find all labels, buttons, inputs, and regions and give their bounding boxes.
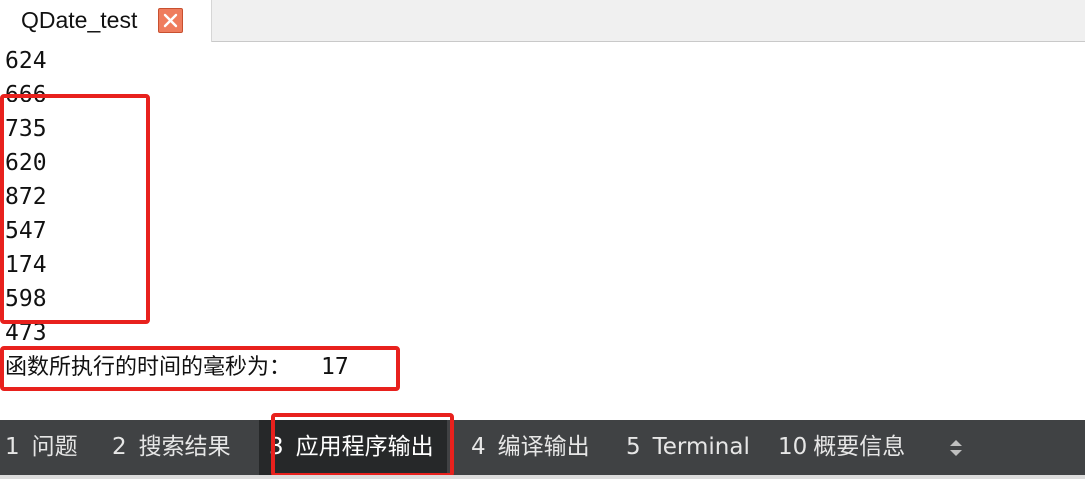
tab-search-results[interactable]: 2 搜索结果 (112, 420, 231, 475)
output-line: 735 (5, 116, 47, 142)
application-output-pane[interactable]: 624 666 735 620 872 547 174 598 473 函数所执… (0, 42, 1085, 420)
timing-message: 函数所执行的时间的毫秒为： 17 (5, 350, 349, 384)
tab-issues[interactable]: 1 问题 (5, 420, 78, 475)
tab-application-output[interactable]: 3 应用程序输出 (259, 420, 447, 475)
output-line: 620 (5, 150, 47, 176)
output-line: 598 (5, 286, 47, 312)
tab-terminal[interactable]: 5 Terminal (626, 420, 750, 475)
output-pane-bar: 1 问题 2 搜索结果 3 应用程序输出 4 编译输出 5 Terminal 10 概要信息 (0, 420, 1085, 475)
up-down-arrows-icon[interactable] (944, 436, 968, 460)
bottom-edge (0, 475, 1085, 479)
tab-general-messages[interactable]: 10 概要信息 (778, 420, 905, 475)
timing-message-label: 函数所执行的时间的毫秒为： (5, 355, 292, 380)
output-line: 624 (5, 48, 47, 74)
output-line: 473 (5, 320, 47, 346)
output-line: 547 (5, 218, 47, 244)
editor-tab-bar: QDate_test (0, 0, 1085, 42)
timing-message-value: 17 (321, 354, 349, 380)
tab-qdate-test[interactable]: QDate_test (0, 0, 212, 42)
tab-compile-output[interactable]: 4 编译输出 (471, 420, 590, 475)
output-line: 174 (5, 252, 47, 278)
tab-title: QDate_test (21, 7, 138, 33)
close-icon[interactable] (158, 8, 183, 33)
output-line: 872 (5, 184, 47, 210)
output-line: 666 (5, 82, 47, 102)
